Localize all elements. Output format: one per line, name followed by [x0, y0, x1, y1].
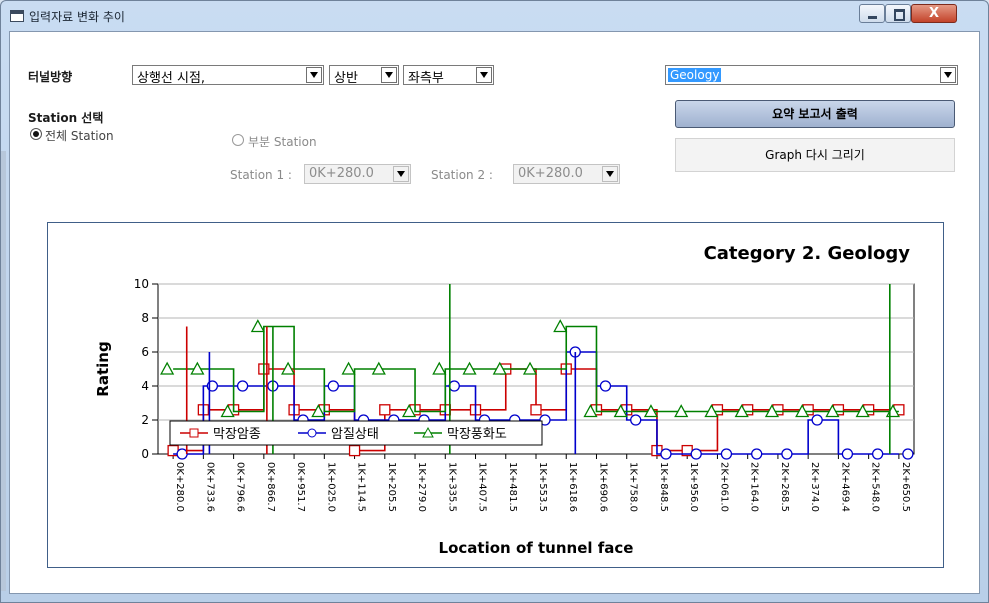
data-point-circle — [841, 448, 854, 460]
x-tick-label: 1K+481.5 — [507, 462, 518, 512]
window-icon — [10, 10, 24, 22]
x-tick-label: 1K+025.0 — [325, 462, 336, 512]
title-bar[interactable]: 입력자료 변화 추이 X — [1, 1, 988, 31]
maximize-button[interactable] — [885, 4, 911, 23]
x-tick-label: 1K+956.0 — [688, 462, 699, 512]
chevron-down-icon[interactable] — [602, 166, 618, 182]
data-point-circle — [811, 414, 823, 426]
station-section-label: Station 선택 — [28, 111, 104, 125]
category-select[interactable]: Geology — [665, 65, 958, 85]
data-point-circle — [630, 414, 642, 426]
x-tick-label: 0K+866.7 — [265, 462, 276, 512]
x-tick-label: 0K+951.7 — [295, 462, 306, 512]
partial-station-radio[interactable] — [232, 134, 244, 146]
x-tick-label: 2K+164.0 — [749, 462, 760, 512]
tunnel-direction-label: 터널방향 — [28, 70, 73, 84]
side-value: 좌측부 — [408, 71, 444, 86]
x-tick-label: 2K+650.5 — [900, 462, 911, 512]
data-point-square — [379, 404, 391, 416]
direction-value: 상행선 시점, — [137, 71, 206, 86]
x-tick-label: 0K+280.0 — [174, 462, 185, 512]
x-tick-label: 2K+061.0 — [718, 462, 729, 512]
minimize-button[interactable] — [859, 4, 885, 23]
x-tick-label: 1K+407.5 — [477, 462, 488, 512]
summary-report-button[interactable]: 요약 보고서 출력 — [675, 100, 955, 128]
chevron-down-icon[interactable] — [393, 166, 409, 182]
x-tick-label: 2K+548.0 — [870, 462, 881, 512]
legend-label: 막장풍화도 — [447, 427, 507, 442]
direction-select[interactable]: 상행선 시점, — [132, 65, 324, 86]
data-point-circle — [871, 448, 884, 460]
all-station-label: 전체 Station — [45, 129, 114, 143]
legend-marker — [307, 428, 317, 438]
data-point-circle — [660, 448, 672, 460]
y-tick-label: 8 — [141, 311, 149, 325]
partial-station-label: 부분 Station — [248, 135, 317, 149]
x-tick-label: 1K+618.6 — [567, 462, 578, 512]
x-tick-label: 1K+553.5 — [537, 462, 548, 512]
station2-select[interactable]: 0K+280.0 — [513, 164, 620, 184]
y-tick-label: 2 — [141, 413, 149, 427]
data-point-square — [348, 444, 361, 457]
x-tick-label: 1K+758.0 — [628, 462, 639, 512]
data-point-circle — [720, 448, 733, 460]
redraw-graph-button[interactable]: Graph 다시 그리기 — [675, 138, 955, 172]
half-value: 상반 — [334, 71, 358, 86]
data-point-square — [530, 404, 542, 416]
close-icon: X — [928, 6, 940, 21]
x-tick-label: 1K+279.0 — [416, 462, 427, 512]
x-tick-label: 2K+469.4 — [839, 462, 850, 512]
legend-marker — [189, 428, 199, 438]
data-point-circle — [751, 448, 763, 460]
chevron-down-icon[interactable] — [940, 67, 956, 83]
station1-value: 0K+280.0 — [309, 166, 374, 181]
data-point-circle — [236, 380, 249, 392]
x-tick-label: 2K+374.0 — [809, 462, 820, 512]
x-axis-label: Location of tunnel face — [439, 539, 634, 557]
station1-label: Station 1 : — [230, 168, 292, 182]
y-tick-label: 6 — [141, 345, 149, 359]
x-tick-label: 1K+848.5 — [658, 462, 669, 512]
geology-chart: 0 2 4 6 8 10 0K+280.0 0K+733.6 0K+796.6 0K+866.7 0… — [94, 243, 915, 557]
x-tick-label: 1K+690.6 — [597, 462, 608, 512]
data-point-circle — [448, 380, 460, 392]
app-window: 입력자료 변화 추이 X 터널방향 상행선 시점, 상반 좌측부 Geology… — [0, 0, 989, 603]
chart-title: Category 2. Geology — [704, 243, 911, 264]
x-tick-label: 0K+733.6 — [204, 462, 215, 512]
x-tick-label: 1K+205.5 — [386, 462, 397, 512]
data-point-circle — [176, 448, 188, 460]
y-tick-label: 10 — [134, 277, 149, 291]
data-point-circle — [599, 380, 612, 392]
y-tick-label: 0 — [141, 447, 149, 461]
y-axis-label: Rating — [94, 341, 112, 396]
x-tick-label: 1K+335.5 — [446, 462, 457, 512]
x-tick-label: 0K+796.6 — [235, 462, 246, 512]
side-select[interactable]: 좌측부 — [403, 65, 494, 86]
legend-label: 막장암종 — [213, 427, 261, 442]
half-select[interactable]: 상반 — [329, 65, 399, 86]
legend-label: 암질상태 — [331, 427, 379, 442]
y-tick-label: 4 — [141, 379, 149, 393]
chevron-down-icon[interactable] — [306, 67, 322, 83]
x-tick-label: 1K+114.5 — [356, 462, 367, 512]
data-point-circle — [327, 380, 339, 392]
station2-value: 0K+280.0 — [518, 166, 583, 181]
all-station-radio[interactable] — [30, 128, 42, 140]
station1-select[interactable]: 0K+280.0 — [304, 164, 411, 184]
close-button[interactable]: X — [911, 4, 957, 23]
window-title: 입력자료 변화 추이 — [29, 10, 125, 24]
client-area: 터널방향 상행선 시점, 상반 좌측부 Geology Station 선택 전… — [9, 31, 980, 594]
x-tick-label: 2K+268.5 — [779, 462, 790, 512]
chart-panel: 0 2 4 6 8 10 0K+280.0 0K+733.6 0K+796.6 0K+866.7 0… — [47, 222, 944, 568]
data-point-circle — [781, 448, 793, 460]
station2-label: Station 2 : — [431, 168, 493, 182]
window-edge — [1, 151, 6, 591]
data-point-circle — [690, 448, 702, 460]
data-point-circle — [902, 448, 914, 460]
chevron-down-icon[interactable] — [381, 67, 397, 83]
category-value: Geology — [668, 68, 722, 82]
chevron-down-icon[interactable] — [476, 67, 492, 83]
